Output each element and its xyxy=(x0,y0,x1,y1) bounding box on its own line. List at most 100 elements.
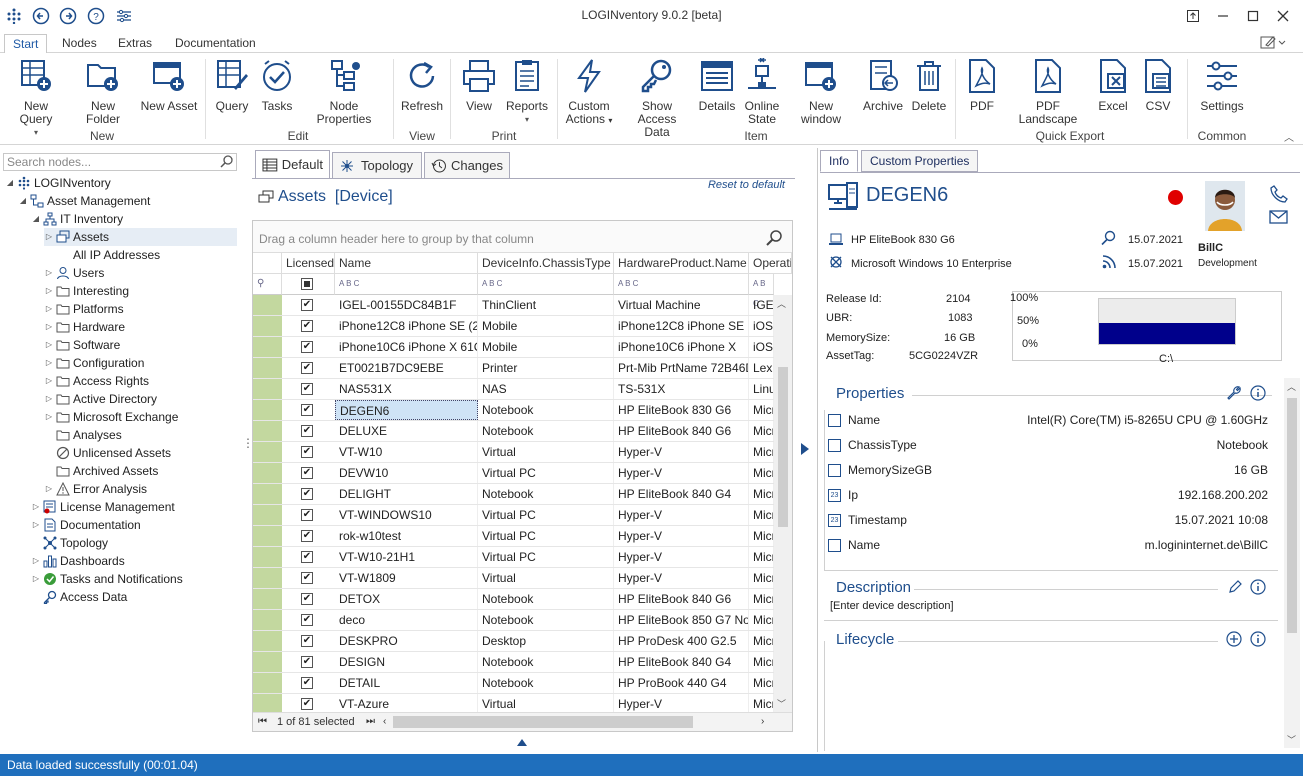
licensed-checkbox[interactable]: ✔ xyxy=(301,593,313,605)
node-properties-button[interactable]: Node Properties xyxy=(303,58,385,126)
scroll-up-icon[interactable]: ︿ xyxy=(1287,380,1296,393)
details-button[interactable]: Details xyxy=(697,58,737,113)
expand-arrow-icon[interactable]: ▷ xyxy=(44,336,54,354)
licensed-checkbox[interactable]: ✔ xyxy=(301,572,313,584)
new-query-button[interactable]: New Query ▾ xyxy=(7,58,65,139)
table-row[interactable]: ✔ iPhone12C8 iPhone SE (2n...MobileiPhone… xyxy=(253,316,774,337)
wrench-icon[interactable] xyxy=(1226,385,1242,401)
expand-arrow-icon[interactable]: ▷ xyxy=(44,318,54,336)
licensed-checkbox[interactable]: ✔ xyxy=(301,656,313,668)
pdf-landscape-button[interactable]: PDF Landscape xyxy=(1008,58,1088,126)
table-row[interactable]: ✔ VT-W10VirtualHyper-VMicro xyxy=(253,442,774,463)
new-window-button[interactable]: New window xyxy=(789,58,853,126)
tasks-button[interactable]: Tasks xyxy=(256,58,298,113)
tree-item-error-analysis[interactable]: ▷ Error Analysis xyxy=(44,480,147,498)
table-cell[interactable]: Lexm xyxy=(749,358,774,378)
table-cell[interactable]: HP ProDesk 400 G2.5 xyxy=(614,631,749,651)
table-cell[interactable]: HP EliteBook 840 G4 xyxy=(614,484,749,504)
collapse-arrow-icon[interactable]: ◢ xyxy=(31,210,41,228)
table-cell[interactable]: Notebook xyxy=(478,484,614,504)
delete-button[interactable]: Delete xyxy=(908,58,950,113)
licensed-checkbox[interactable]: ✔ xyxy=(301,677,313,689)
tree-item-documentation[interactable]: ▷ Documentation xyxy=(31,516,141,534)
licensed-checkbox[interactable]: ✔ xyxy=(301,698,313,710)
tab-documentation[interactable]: Documentation xyxy=(167,34,264,54)
scroll-down-icon[interactable]: ﹀ xyxy=(777,697,786,710)
table-cell[interactable]: Micro xyxy=(749,652,774,672)
table-cell[interactable]: VT-Azure xyxy=(335,694,478,714)
expand-arrow-icon[interactable]: ▷ xyxy=(44,480,54,498)
licensed-checkbox[interactable]: ✔ xyxy=(301,320,313,332)
tree-item-users[interactable]: ▷ Users xyxy=(44,264,104,282)
table-cell[interactable]: iPhone10C6 iPhone X xyxy=(614,337,749,357)
table-cell[interactable]: Micro xyxy=(749,610,774,630)
table-cell[interactable]: ThinClient xyxy=(478,295,614,315)
tree-item-access-data[interactable]: Access Data xyxy=(31,588,127,606)
table-cell[interactable]: Micro xyxy=(749,673,774,693)
table-cell[interactable]: iPhone10C6 iPhone X 61C... xyxy=(335,337,478,357)
excel-button[interactable]: Excel xyxy=(1093,58,1133,113)
reset-to-default-link[interactable]: Reset to default xyxy=(708,179,785,191)
table-row[interactable]: ✔ IGEL-00155DC84B1F ThinClient Virtual Mach… xyxy=(253,295,774,316)
table-row[interactable]: ✔ DESKPRODesktopHP ProDesk 400 G2.5Micro xyxy=(253,631,774,652)
settings-button[interactable]: Settings xyxy=(1198,58,1246,113)
filter-cell-name[interactable]: A B C xyxy=(335,274,478,295)
table-cell[interactable]: Notebook xyxy=(478,589,614,609)
phone-icon[interactable] xyxy=(1270,185,1288,203)
table-cell[interactable]: DELUXE xyxy=(335,421,478,441)
table-cell[interactable]: Virtual Machine xyxy=(614,295,749,315)
tree-item-it-inventory[interactable]: ◢ IT Inventory xyxy=(31,210,123,228)
table-cell[interactable]: Virtual xyxy=(478,568,614,588)
table-cell[interactable]: Hyper-V xyxy=(614,526,749,546)
table-cell[interactable]: Virtual PC xyxy=(478,526,614,546)
licensed-checkbox[interactable]: ✔ xyxy=(301,467,313,479)
expand-arrow-icon[interactable]: ▷ xyxy=(44,408,54,426)
scroll-down-icon[interactable]: ﹀ xyxy=(1287,733,1296,746)
column-header-licensed[interactable]: Licensed xyxy=(282,253,335,274)
table-cell[interactable]: Hyper-V xyxy=(614,547,749,567)
table-cell[interactable]: Mobile xyxy=(478,316,614,336)
table-cell[interactable]: Hyper-V xyxy=(614,463,749,483)
search-icon[interactable] xyxy=(220,154,234,168)
archive-button[interactable]: Archive xyxy=(862,58,904,113)
scrollbar-thumb[interactable] xyxy=(778,367,788,527)
expand-arrow-icon[interactable]: ▷ xyxy=(31,498,41,516)
tab-topology[interactable]: Topology xyxy=(332,152,422,178)
column-header-operating[interactable]: Operatin xyxy=(749,253,792,274)
table-cell[interactable]: VT-W10-21H1 xyxy=(335,547,478,567)
expand-arrow-icon[interactable]: ▷ xyxy=(44,264,54,282)
expand-arrow-icon[interactable]: ▷ xyxy=(31,570,41,588)
table-cell[interactable]: DETOX xyxy=(335,589,478,609)
tab-extras[interactable]: Extras xyxy=(110,34,160,54)
table-cell[interactable]: iOS xyxy=(749,337,774,357)
expand-arrow-icon[interactable]: ▷ xyxy=(44,354,54,372)
scroll-left-icon[interactable]: ‹ xyxy=(383,713,386,731)
licensed-checkbox[interactable]: ✔ xyxy=(301,488,313,500)
pdf-button[interactable]: PDF xyxy=(962,58,1002,113)
new-asset-button[interactable]: New Asset xyxy=(140,58,198,113)
table-cell[interactable]: Micro xyxy=(749,547,774,567)
table-row[interactable]: ✔ ET0021B7DC9EBE Printer Prt-Mib PrtName 72… xyxy=(253,358,774,379)
tree-item-analyses[interactable]: Analyses xyxy=(44,426,122,444)
licensed-checkbox[interactable]: ✔ xyxy=(301,362,313,374)
table-cell[interactable]: iPhone12C8 iPhone SE (... xyxy=(614,316,749,336)
table-row[interactable]: ✔ rok-w10testVirtual PCHyper-VMicro xyxy=(253,526,774,547)
tree-item-hardware[interactable]: ▷ Hardware xyxy=(44,318,125,336)
table-cell[interactable]: Notebook xyxy=(478,652,614,672)
table-row[interactable]: ✔ deco Notebook HP EliteBook 850 G7 Not... M… xyxy=(253,610,774,631)
tab-default[interactable]: Default xyxy=(255,150,330,178)
show-access-data-button[interactable]: Show Access Data xyxy=(622,58,692,139)
refresh-button[interactable]: Refresh xyxy=(400,58,444,113)
licensed-checkbox[interactable]: ✔ xyxy=(301,530,313,542)
table-cell[interactable]: Micro xyxy=(749,505,774,525)
table-cell[interactable]: Micro xyxy=(749,484,774,504)
column-header-chassistype[interactable]: DeviceInfo.ChassisType xyxy=(478,253,614,274)
table-cell[interactable]: DESKPRO xyxy=(335,631,478,651)
licensed-checkbox[interactable]: ✔ xyxy=(301,635,313,647)
table-cell[interactable]: VT-W10 xyxy=(335,442,478,462)
description-text[interactable]: [Enter device description] xyxy=(830,600,954,612)
table-row[interactable]: ✔ VT-W10-21H1Virtual PCHyper-VMicro xyxy=(253,547,774,568)
table-cell[interactable]: Mobile xyxy=(478,337,614,357)
info-icon[interactable] xyxy=(1250,631,1266,647)
search-nodes-input[interactable]: Search nodes... xyxy=(3,153,237,171)
